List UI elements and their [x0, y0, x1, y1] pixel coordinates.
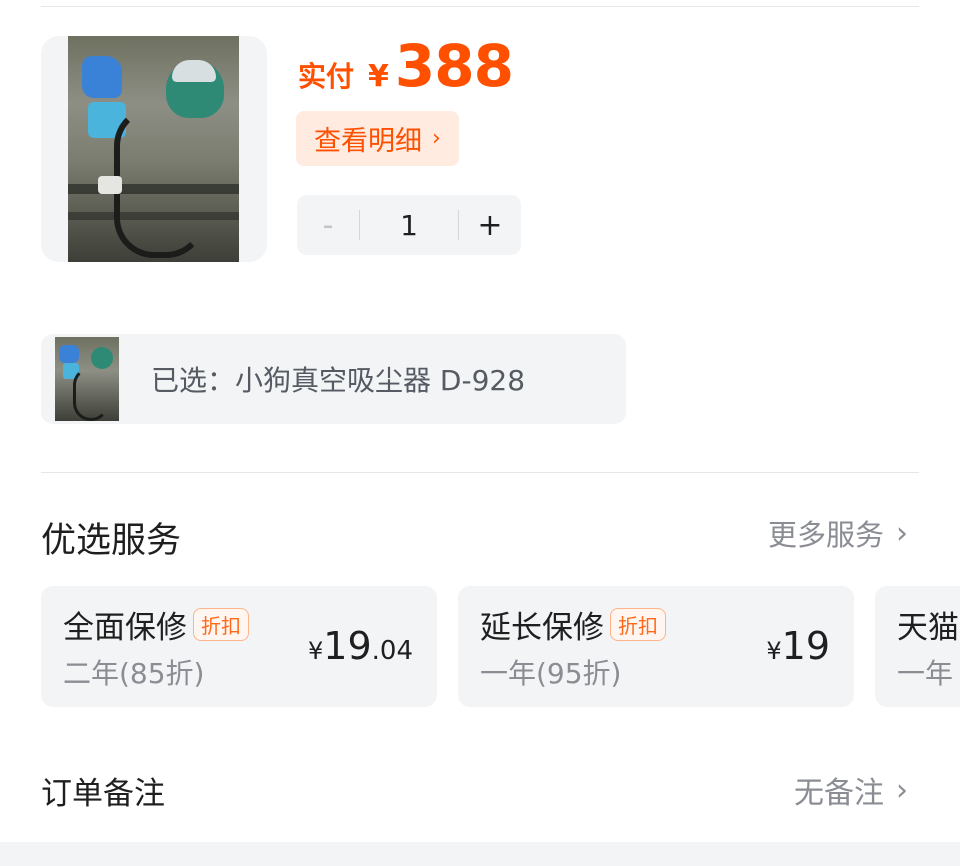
chevron-right-icon: ›: [896, 772, 908, 808]
service-name: 延长保修: [480, 610, 604, 646]
section-divider: [41, 472, 919, 473]
selected-variant[interactable]: 已选：小狗真空吸尘器 D-928: [41, 334, 626, 424]
service-card[interactable]: 全面保修 折扣 二年(85折) ¥ 19 .04: [41, 586, 437, 707]
price-row: 实付 ¥ 388: [298, 32, 514, 102]
price-prefix: 实付: [298, 60, 355, 93]
chevron-right-icon: ›: [896, 515, 908, 551]
view-details-label: 查看明细: [314, 126, 422, 157]
service-currency: ¥: [308, 637, 324, 665]
product-image[interactable]: [41, 36, 267, 262]
selected-variant-label: 已选：小狗真空吸尘器 D-928: [151, 364, 526, 397]
discount-tag: 折扣: [193, 608, 249, 641]
quantity-stepper[interactable]: - 1 +: [297, 195, 521, 255]
more-services-link[interactable]: 更多服务 ›: [768, 512, 908, 554]
currency-symbol: ¥: [368, 59, 389, 94]
order-note-label: 订单备注: [41, 776, 165, 812]
decrease-button[interactable]: -: [297, 195, 359, 255]
service-desc: 一年: [897, 657, 954, 690]
chevron-right-icon: ›: [432, 126, 441, 151]
service-currency: ¥: [766, 637, 782, 665]
product-photo: [68, 36, 239, 262]
service-price-int: 19: [781, 624, 830, 668]
service-price-int: 19: [323, 624, 372, 668]
service-desc: 二年(85折): [63, 657, 205, 690]
services-title: 优选服务: [41, 521, 182, 561]
increase-button[interactable]: +: [459, 195, 521, 255]
service-desc: 一年(95折): [480, 657, 622, 690]
discount-tag: 折扣: [610, 608, 666, 641]
service-price: ¥ 19 .04: [308, 624, 413, 668]
service-name: 全面保修: [63, 610, 187, 646]
quantity-value[interactable]: 1: [360, 209, 458, 242]
service-name: 天猫: [897, 610, 959, 646]
more-services-label: 更多服务: [767, 518, 884, 552]
price-value: 388: [394, 32, 514, 100]
bottom-strip: [0, 842, 960, 866]
service-card[interactable]: 延长保修 折扣 一年(95折) ¥ 19: [458, 586, 854, 707]
service-price-dec: .04: [371, 636, 413, 666]
service-price: ¥ 19: [766, 624, 830, 668]
top-divider: [41, 6, 919, 7]
variant-thumbnail: [55, 337, 119, 421]
order-note-field[interactable]: 无备注 ›: [794, 768, 908, 812]
view-details-button[interactable]: 查看明细 ›: [296, 111, 459, 166]
order-note-value: 无备注: [794, 776, 884, 811]
service-card[interactable]: 天猫 一年: [875, 586, 960, 707]
